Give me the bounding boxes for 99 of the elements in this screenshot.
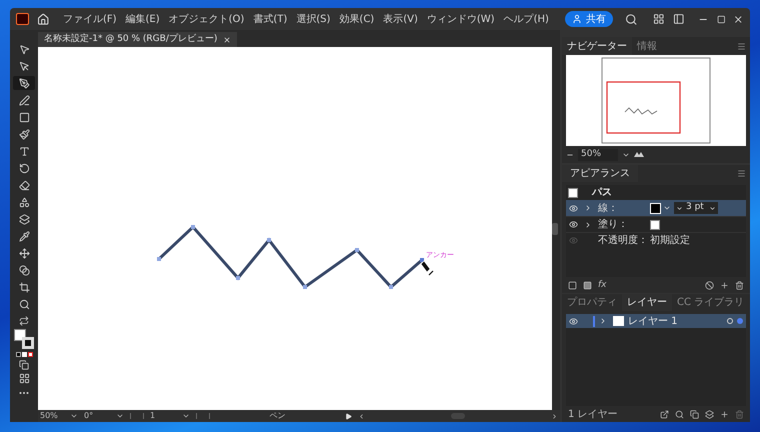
type-tool-icon	[18, 146, 30, 156]
new-layer-icon[interactable]	[720, 410, 729, 418]
current-tool-label: ペン	[268, 410, 286, 422]
panel-tab[interactable]: 情報	[632, 37, 662, 55]
menu-item[interactable]: 表示(V)	[383, 12, 418, 26]
attribute-label: 線：	[598, 202, 619, 216]
document-tab[interactable]: 名称未設定-1* @ 50 % (RGB/プレビュー)	[38, 32, 238, 47]
artboard-dropdown[interactable]: 1	[150, 410, 190, 422]
target-icon[interactable]	[727, 318, 733, 324]
pen-cursor-icon	[420, 260, 434, 276]
panel-tab[interactable]: レイヤー	[622, 294, 672, 311]
play-icon[interactable]	[345, 412, 352, 420]
close-icon[interactable]	[223, 36, 232, 44]
stroke-swatch[interactable]	[650, 202, 661, 214]
zigzag-thumbnail	[624, 107, 658, 115]
panel-tab[interactable]: ナビゲーター	[562, 37, 632, 55]
app-logo-icon	[16, 13, 29, 25]
dropdown-icon	[116, 412, 124, 420]
export-icon[interactable]	[660, 410, 669, 418]
zoom-in-icon[interactable]	[634, 152, 644, 157]
brush-tool-icon	[18, 128, 30, 140]
zoom-tool-icon	[18, 298, 30, 310]
appearance-row[interactable]: 塗り：	[566, 216, 746, 232]
opacity-value: 初期設定	[650, 234, 690, 248]
zoom-dropdown[interactable]: 50%	[40, 410, 78, 422]
tool-button[interactable]	[13, 76, 35, 90]
menu-item[interactable]: ファイル(F)	[62, 12, 117, 26]
menu-item[interactable]: 選択(S)	[296, 12, 330, 26]
stroke-weight-field[interactable]: 3 pt	[674, 202, 718, 214]
menu-item[interactable]: ヘルプ(H)	[504, 12, 549, 26]
panel-tab[interactable]: プロパティ	[562, 294, 622, 311]
blend-tool-icon	[18, 264, 30, 276]
panel-menu-icon[interactable]	[737, 169, 746, 178]
maximize-icon[interactable]	[716, 14, 726, 24]
panel-tab[interactable]: アピアランス	[562, 165, 638, 182]
duplicate-icon[interactable]	[720, 280, 729, 290]
user-icon	[572, 14, 582, 24]
artboard-tool-icon	[18, 282, 30, 292]
share-button[interactable]: 共有	[564, 11, 613, 27]
eyedropper-tool-icon	[18, 230, 30, 242]
menu-item[interactable]: オブジェクト(O)	[168, 12, 244, 26]
attribute-label: 不透明度：	[598, 234, 649, 248]
panel-menu-icon[interactable]	[737, 42, 746, 50]
menu-item[interactable]: ウィンドウ(W)	[426, 12, 495, 26]
clear-icon[interactable]	[705, 280, 714, 290]
delete-icon[interactable]	[735, 280, 744, 290]
fx-button[interactable]: fx	[598, 280, 606, 290]
stepper-icon	[676, 204, 683, 212]
rotate-tool-icon	[18, 162, 30, 174]
expand-icon[interactable]	[584, 204, 592, 212]
panel-layout-icon[interactable]	[672, 13, 684, 25]
dropdown-icon	[70, 412, 78, 420]
search-icon[interactable]	[675, 410, 684, 418]
attribute-label: 塗り：	[598, 218, 629, 232]
new-stroke-icon[interactable]	[568, 280, 577, 290]
eraser-tool-icon	[18, 180, 30, 190]
draw-mode-icon[interactable]	[19, 360, 29, 370]
menu-item[interactable]: 書式(T)	[253, 12, 288, 26]
scroll-left-icon[interactable]	[358, 412, 365, 420]
pen-tool-icon	[18, 78, 30, 88]
new-sublayer-icon[interactable]	[705, 410, 714, 418]
dropdown-icon[interactable]	[663, 204, 671, 212]
swap-colors-icon[interactable]	[19, 316, 29, 326]
appearance-row[interactable]: 不透明度： 初期設定	[566, 232, 746, 248]
direct-select-tool-icon	[18, 60, 30, 72]
home-icon[interactable]	[36, 12, 49, 26]
color-mode-icon[interactable]	[16, 352, 32, 357]
new-fill-icon[interactable]	[583, 280, 592, 290]
document-title: 名称未設定-1* @ 50 % (RGB/プレビュー)	[44, 32, 218, 46]
shape-builder-tool-icon	[18, 196, 30, 208]
fill-stroke-swatch[interactable]	[14, 329, 34, 349]
rotation-dropdown[interactable]: 0°	[84, 410, 124, 422]
menu-item[interactable]: 編集(E)	[126, 12, 160, 26]
appearance-row[interactable]: 線： 3 pt	[566, 200, 746, 216]
expand-icon[interactable]	[599, 317, 607, 325]
layer-thumbnail	[613, 316, 624, 326]
horizontal-scrollbar[interactable]	[358, 412, 558, 420]
workspace-icon[interactable]	[653, 13, 665, 25]
search-icon[interactable]	[624, 12, 638, 26]
close-icon[interactable]	[733, 14, 744, 24]
curvature-tool-icon	[18, 94, 30, 106]
expand-icon[interactable]	[584, 220, 592, 228]
object-type-label: パス	[592, 186, 612, 200]
scroll-right-icon[interactable]	[551, 412, 558, 420]
layer-row[interactable]: レイヤー 1	[566, 314, 746, 328]
anchor-point[interactable]	[420, 258, 424, 262]
object-swatch	[568, 188, 578, 198]
panel-tab[interactable]: CC ライブラリ	[672, 294, 750, 311]
rectangle-tool-icon	[18, 112, 30, 122]
navigator-zoom-field[interactable]: 50%	[578, 148, 618, 160]
layer-count: 1 レイヤー	[568, 408, 618, 422]
screen-mode-icon[interactable]	[18, 373, 30, 384]
dropdown-icon	[709, 204, 716, 212]
select-tool-icon	[18, 44, 30, 54]
dropdown-icon	[182, 412, 190, 420]
menu-item[interactable]: 効果(C)	[339, 12, 374, 26]
layer-name: レイヤー 1	[628, 314, 678, 328]
fill-swatch[interactable]	[650, 220, 660, 230]
view-area-frame[interactable]	[606, 81, 681, 134]
